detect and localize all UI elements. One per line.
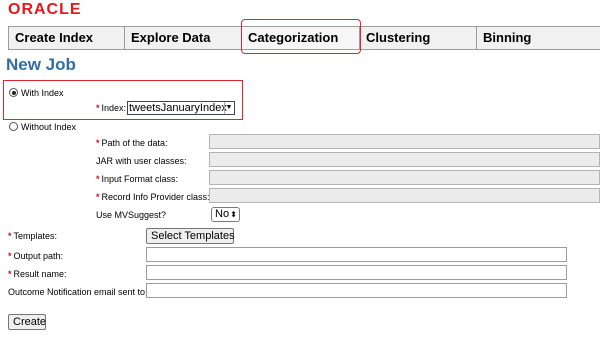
tab-clustering[interactable]: Clustering [360,26,477,50]
record-info-provider-input[interactable] [209,188,600,203]
result-name-label-wrap: * Result name: [8,268,67,280]
oracle-logo-text: ORACLE [8,1,82,18]
tab-categorization[interactable]: Categorization [242,26,360,50]
select-templates-button[interactable]: Select Templates [146,228,235,244]
oracle-logo: ORACLE [8,1,104,18]
input-format-class-input[interactable] [209,170,600,185]
output-path-label-wrap: * Output path: [8,250,63,262]
jar-user-classes-input[interactable] [209,152,600,167]
index-label-wrap: * Index: [96,102,126,114]
jar-label: JAR with user classes: [96,156,187,166]
record-info-label: Record Info Provider class: [101,192,210,202]
mvsuggest-value: No [215,208,230,220]
templates-label: Templates: [13,231,58,241]
index-label: Index: [101,103,127,113]
mvsuggest-label: Use MVSuggest? [96,210,167,220]
output-path-label: Output path: [13,251,64,261]
create-button[interactable]: Create [8,314,46,330]
input-format-label: Input Format class: [101,174,179,184]
required-marker: * [8,231,12,241]
required-marker: * [96,192,100,202]
result-name-input[interactable] [146,265,567,280]
result-name-label: Result name: [13,269,67,279]
without-index-radio[interactable] [9,122,18,131]
updown-arrows-icon: ⬍ [230,210,237,219]
path-label: Path of the data: [101,138,168,148]
tab-explore-data[interactable]: Explore Data [125,26,242,50]
required-marker: * [96,103,100,113]
nav-tab-bar: Create Index Explore Data Categorization… [8,26,600,50]
with-index-radio[interactable] [9,88,18,97]
required-marker: * [8,251,12,261]
notification-email-input[interactable] [146,283,567,298]
tab-create-index[interactable]: Create Index [8,26,125,50]
tab-binning[interactable]: Binning [477,26,600,50]
with-index-label: With Index [21,88,64,98]
path-label-wrap: * Path of the data: [96,137,168,149]
record-info-label-wrap: * Record Info Provider class: [96,191,210,203]
chevron-down-icon: ▼ [224,102,233,114]
mvsuggest-select[interactable]: No ⬍ [211,207,240,222]
email-label: Outcome Notification email sent to: [8,287,148,297]
path-of-data-input[interactable] [209,134,600,149]
input-format-label-wrap: * Input Format class: [96,173,178,185]
index-select[interactable]: tweetsJanuaryIndex ▼ [127,101,235,115]
index-select-value: tweetsJanuaryIndex [129,102,227,114]
required-marker: * [96,138,100,148]
required-marker: * [8,269,12,279]
page-title: New Job [6,55,76,74]
templates-label-wrap: * Templates: [8,230,57,242]
output-path-input[interactable] [146,247,567,262]
without-index-label: Without Index [21,122,77,132]
required-marker: * [96,174,100,184]
